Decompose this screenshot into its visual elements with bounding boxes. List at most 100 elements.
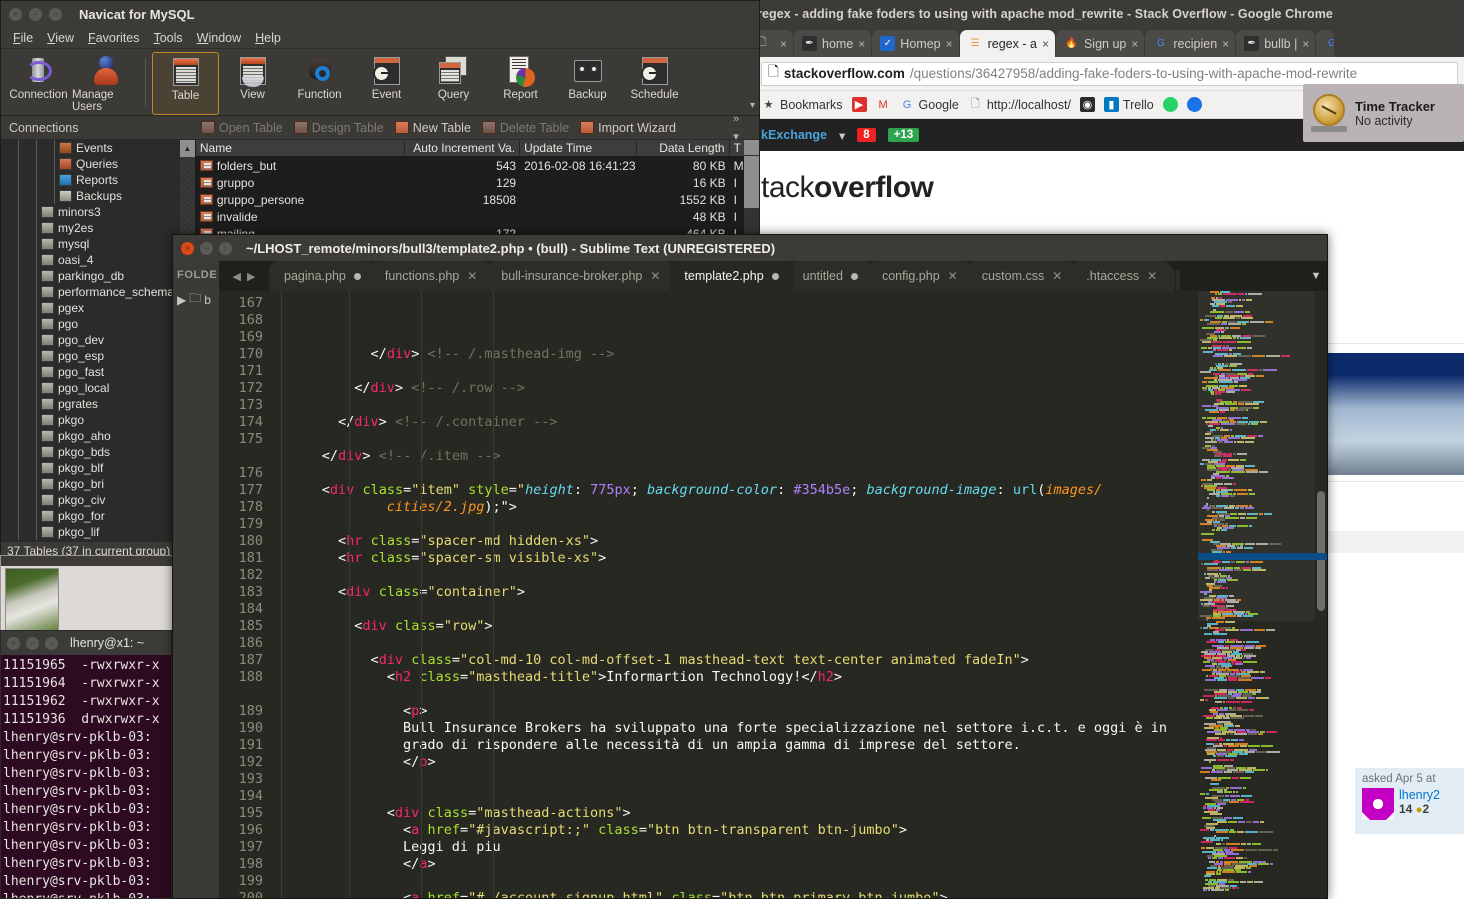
tree-item-minors3[interactable]: minors3	[1, 204, 195, 220]
scroll-thumb[interactable]	[1317, 491, 1325, 611]
stackexchange-link[interactable]: kExchange	[761, 128, 827, 142]
user-link[interactable]: lhenry2	[1399, 788, 1440, 802]
code-line[interactable]	[273, 465, 1197, 482]
menu-item-favorites[interactable]: Favorites	[88, 31, 139, 45]
code-line[interactable]: </div> <!-- /.masthead-img -->	[273, 346, 1197, 363]
close-icon[interactable]: ×	[946, 37, 953, 51]
menu-item-help[interactable]: Help	[255, 31, 281, 45]
code-line[interactable]: <div class="col-md-10 col-md-offset-1 ma…	[273, 652, 1197, 669]
scroll-up-icon[interactable]: ▲	[179, 140, 195, 157]
bookmark-http-localhost-[interactable]: 🗋 http://localhost/	[968, 97, 1071, 112]
chevron-right-icon[interactable]: ▶	[247, 270, 255, 283]
unsaved-dot-icon[interactable]	[771, 272, 779, 280]
close-icon[interactable]: ×	[9, 7, 22, 21]
tree-item-pgo_dev[interactable]: pgo_dev	[1, 332, 195, 348]
tree-item-mysql[interactable]: mysql	[1, 236, 195, 252]
code-line[interactable]: <div class="item" style="height: 775px; …	[273, 482, 1197, 516]
sublime-sidebar[interactable]: FOLDE ▶ 🗀 b	[173, 261, 219, 898]
toolbar-overflow-icon[interactable]: ▾	[750, 100, 755, 111]
browser-tab-partial[interactable]: G	[1316, 30, 1335, 57]
code-line[interactable]	[273, 516, 1197, 533]
action-new-table[interactable]: New Table	[394, 121, 471, 135]
code-line[interactable]	[273, 363, 1197, 380]
tree-item-pgo_fast[interactable]: pgo_fast	[1, 364, 195, 380]
sidebar-folder-item[interactable]: ▶ 🗀 b	[177, 289, 215, 310]
bookmark-trello[interactable]: ▮ Trello	[1103, 97, 1154, 112]
tree-item-pgo_local[interactable]: pgo_local	[1, 380, 195, 396]
close-icon[interactable]: ×	[780, 37, 787, 51]
toolbar-button-function[interactable]: Function	[286, 52, 353, 115]
close-icon[interactable]: ×	[1042, 37, 1049, 51]
navicat-menubar[interactable]: File View Favorites Tools Window Help	[1, 27, 759, 49]
minimize-icon[interactable]: −	[26, 636, 39, 650]
toolbar-button-manage-users[interactable]: Manage Users	[72, 52, 139, 115]
close-icon[interactable]: ✕	[467, 269, 477, 283]
menu-item-view[interactable]: View	[47, 31, 74, 45]
tree-item-pkgo_civ[interactable]: pkgo_civ	[1, 492, 195, 508]
close-icon[interactable]: ✕	[1147, 269, 1157, 283]
browser-tab-home[interactable]: ✒ home ×	[794, 30, 872, 57]
tree-item-backups[interactable]: Backups	[1, 188, 195, 204]
code-line[interactable]: </p>	[273, 754, 1197, 771]
code-line[interactable]: <a href="#./account-signup.html" class="…	[273, 890, 1197, 898]
code-line[interactable]	[273, 601, 1197, 618]
tree-item-pkgo_blf[interactable]: pkgo_blf	[1, 460, 195, 476]
tree-item-pkgo_bds[interactable]: pkgo_bds	[1, 444, 195, 460]
code-line[interactable]: </div> <!-- /.row -->	[273, 380, 1197, 397]
code-line[interactable]	[273, 567, 1197, 584]
reputation-badge[interactable]: +13	[887, 128, 920, 142]
bookmark-blue-square-icon[interactable]	[1186, 97, 1202, 112]
toolbar-button-connection[interactable]: Connection	[5, 52, 72, 115]
code-line[interactable]: </a>	[273, 856, 1197, 873]
close-icon[interactable]: ✕	[948, 269, 958, 283]
tree-item-pkgo_for[interactable]: pkgo_for	[1, 508, 195, 524]
code-line[interactable]: <h2 class="masthead-title">Informartion …	[273, 669, 1197, 686]
column-header-auto-increment-va-[interactable]: Auto Increment Va.	[405, 140, 521, 156]
browser-tab-homep[interactable]: ✓ Homep ×	[872, 30, 959, 57]
tree-item-oasi_4[interactable]: oasi_4	[1, 252, 195, 268]
terminal-output[interactable]: 11151965 -rwxrwxr-x 11151964 -rwxrwxr-x 11…	[1, 655, 171, 898]
stackoverflow-logo[interactable]: tackoverflow	[755, 151, 1464, 205]
column-header-update-time[interactable]: Update Time	[520, 140, 637, 156]
tab-nav-arrows[interactable]: ◀ ▶	[219, 261, 269, 291]
editor-scrollbar[interactable]	[1315, 291, 1327, 898]
tree-item-pgex[interactable]: pgex	[1, 300, 195, 316]
bookmark-google[interactable]: G Google	[900, 97, 959, 112]
minimize-icon[interactable]: −	[29, 7, 42, 21]
table-row[interactable]: gruppo 129 16 KB I	[196, 174, 759, 191]
code-line[interactable]: Bull Insurance Brokers ha sviluppato una…	[273, 720, 1197, 754]
database-tree[interactable]: Events Queries Reports Backups minors3 my2es m…	[1, 140, 196, 541]
code-line[interactable]: </div> <!-- /.item -->	[273, 448, 1197, 465]
sublime-tabbar[interactable]: ◀ ▶ pagina.php functions.php ✕ bull-insuran…	[219, 261, 1327, 291]
grid-rows[interactable]: folders_but 543 2016-02-08 16:41:23 80 KB Mg…	[196, 157, 759, 242]
maximize-icon[interactable]: ▫	[45, 636, 58, 650]
bookmark-gmail-icon[interactable]: M	[876, 97, 891, 112]
code-line[interactable]: <a href="#javascript:;" class="btn btn-t…	[273, 822, 1197, 839]
browser-tab-regex-a[interactable]: ☰ regex - a ×	[959, 30, 1055, 57]
code-line[interactable]	[273, 771, 1197, 788]
tree-item-parkingo_db[interactable]: parkingo_db	[1, 268, 195, 284]
tree-item-queries[interactable]: Queries	[1, 156, 195, 172]
menu-item-window[interactable]: Window	[197, 31, 241, 45]
code-line[interactable]: <div class="container">	[273, 584, 1197, 601]
column-header-name[interactable]: Name	[196, 140, 406, 156]
action-design-table[interactable]: Design Table	[293, 121, 384, 135]
chrome-tabstrip[interactable]: 🗋x (c×✒home×✓Homep×☰regex - a×🔥Sign up×G…	[755, 28, 1464, 57]
avatar[interactable]	[1362, 788, 1394, 820]
tab-dropdown-icon[interactable]: ▼	[1305, 261, 1327, 291]
close-icon[interactable]: ✕	[650, 269, 660, 283]
close-icon[interactable]: ×	[7, 636, 20, 650]
table-row[interactable]: folders_but 543 2016-02-08 16:41:23 80 KB M	[196, 157, 759, 174]
minimap-viewport[interactable]	[1198, 291, 1315, 621]
code-editor[interactable]: </div> <!-- /.masthead-img --> </div> <!…	[271, 291, 1197, 898]
tree-item-reports[interactable]: Reports	[1, 172, 195, 188]
editor-tab--htaccess[interactable]: .htaccess ✕	[1071, 261, 1173, 291]
bookmark-whatsapp-icon[interactable]	[1162, 97, 1178, 112]
close-icon[interactable]: ×	[1222, 37, 1229, 51]
editor-tab-template2-php[interactable]: template2.php	[669, 261, 794, 291]
tree-item-pkgo_bri[interactable]: pkgo_bri	[1, 476, 195, 492]
editor-tab-untitled[interactable]: untitled	[787, 261, 873, 291]
close-icon[interactable]: ✕	[1052, 269, 1062, 283]
tree-item-events[interactable]: Events	[1, 140, 195, 156]
scroll-thumb[interactable]	[744, 156, 759, 208]
